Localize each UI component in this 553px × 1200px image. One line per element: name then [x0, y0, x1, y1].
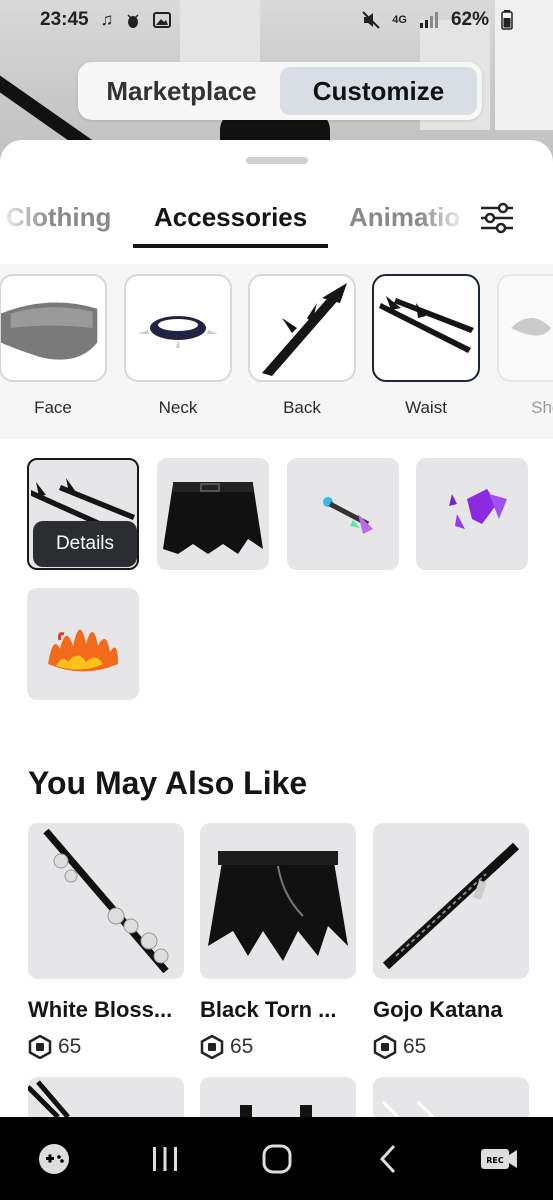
you-may-also-like-title: You May Also Like [28, 765, 308, 801]
recommendation-card[interactable]: Black Torn ... 65 [200, 823, 356, 1059]
subcat-neck[interactable]: Neck [124, 274, 232, 418]
owned-item-black-skirt[interactable] [157, 458, 269, 570]
recommendation-card[interactable]: White Bloss... 65 [28, 823, 184, 1059]
gamepad-icon [39, 1143, 69, 1174]
subcat-face-tile [0, 274, 107, 382]
torn-skirt-icon [208, 851, 348, 961]
shoulder-accessory-icon [511, 318, 551, 336]
black-skirt-icon [163, 482, 263, 554]
subcat-label: Neck [158, 398, 198, 417]
price-value: 65 [58, 1035, 82, 1058]
recent-apps-icon [153, 1146, 178, 1171]
robux-icon [200, 1035, 224, 1059]
spiked-collar-icon [138, 316, 218, 348]
subcat-back[interactable]: Back [248, 274, 356, 418]
tabs-fade-left [0, 192, 50, 244]
status-bar: 23:45 ♫ 4G 62% [0, 0, 553, 40]
tab-accessories[interactable]: Accessories [154, 202, 307, 233]
subcat-waist[interactable]: Waist [372, 274, 480, 418]
recommendation-name[interactable]: Black Torn ... [200, 997, 356, 1023]
waist-swords-icon [379, 296, 474, 353]
recommendation-price: 65 [200, 1035, 356, 1059]
filter-button[interactable] [468, 192, 526, 244]
back-chevron-icon [379, 1144, 395, 1173]
robux-icon [373, 1035, 397, 1059]
recommendation-card-partial[interactable] [28, 1077, 184, 1117]
signal-icon [419, 12, 438, 28]
music-note-icon: ♫ [100, 10, 114, 29]
subcat-face[interactable]: Face [0, 274, 107, 418]
owned-item-purple-shards[interactable] [416, 458, 528, 570]
home-icon [262, 1144, 291, 1173]
recommendation-card-partial[interactable] [200, 1077, 356, 1117]
robux-icon [28, 1035, 52, 1059]
recommendation-card[interactable]: Gojo Katana 65 [373, 823, 529, 1059]
network-type: 4G [392, 14, 407, 26]
system-nav-bar: REC [0, 1117, 553, 1200]
home-button[interactable] [247, 1129, 307, 1189]
subcat-label: Shou [531, 398, 553, 417]
fire-crown-icon [48, 629, 118, 672]
marketplace-tab[interactable]: Marketplace [83, 67, 280, 115]
katana-icon [382, 842, 520, 970]
glowing-dagger-icon [323, 497, 373, 534]
image-icon [153, 12, 172, 28]
owned-item-glowing-dagger[interactable] [287, 458, 399, 570]
recommendation-price: 65 [28, 1035, 184, 1059]
back-sword-icon [262, 283, 347, 376]
recent-apps-button[interactable] [135, 1129, 195, 1189]
purple-shards-icon [449, 489, 507, 529]
partial-item-icon [381, 1100, 435, 1117]
blossom-sword-icon [43, 828, 169, 974]
owned-item-fire-crown[interactable] [27, 588, 139, 700]
owned-item-twin-swords[interactable]: Details [27, 458, 139, 570]
svg-text:REC: REC [486, 1156, 504, 1165]
recommendation-card-partial[interactable] [373, 1077, 529, 1117]
subcat-waist-tile [372, 274, 480, 382]
partial-item-icon [240, 1105, 312, 1117]
status-time: 23:45 [40, 9, 89, 30]
category-tabs: Clothing Accessories Animatio [0, 192, 553, 252]
price-value: 65 [403, 1035, 427, 1058]
details-button[interactable]: Details [33, 521, 137, 567]
recommendation-thumbnail[interactable] [373, 823, 529, 979]
sheet-drag-handle[interactable] [246, 157, 308, 164]
battery-icon [501, 10, 513, 30]
recommendation-thumbnail[interactable] [200, 823, 356, 979]
marketplace-customize-switch: Marketplace Customize [78, 62, 482, 120]
subcat-shoulder-tile [497, 274, 553, 382]
subcategory-row: Face Neck Back Waist Shou [0, 264, 553, 439]
mute-icon [362, 11, 380, 29]
active-tab-underline [133, 244, 328, 248]
game-launcher-button[interactable] [24, 1129, 84, 1189]
back-button[interactable] [358, 1129, 418, 1189]
price-value: 65 [230, 1035, 254, 1058]
partial-sword-icon [28, 1080, 70, 1117]
customize-tab[interactable]: Customize [280, 67, 477, 115]
subcat-neck-tile [124, 274, 232, 382]
subcat-back-tile [248, 274, 356, 382]
screen-recorder-button[interactable]: REC [469, 1129, 529, 1189]
subcat-shoulder[interactable]: Shou [497, 274, 553, 418]
subcat-label: Face [34, 398, 72, 417]
bug-icon [127, 14, 139, 28]
recommendation-thumbnail[interactable] [28, 823, 184, 979]
record-icon: REC [481, 1148, 517, 1169]
customize-sheet: Clothing Accessories Animatio Face Neck … [0, 140, 553, 1117]
recommendation-name[interactable]: Gojo Katana [373, 997, 529, 1023]
battery-percent: 62% [450, 9, 489, 30]
recommendation-name[interactable]: White Bloss... [28, 997, 184, 1023]
face-mask-icon [1, 302, 98, 360]
subcat-label: Back [283, 398, 321, 417]
sliders-icon [481, 202, 513, 234]
tabs-fade-right [420, 192, 470, 244]
subcat-label: Waist [405, 398, 447, 417]
recommendation-price: 65 [373, 1035, 529, 1059]
